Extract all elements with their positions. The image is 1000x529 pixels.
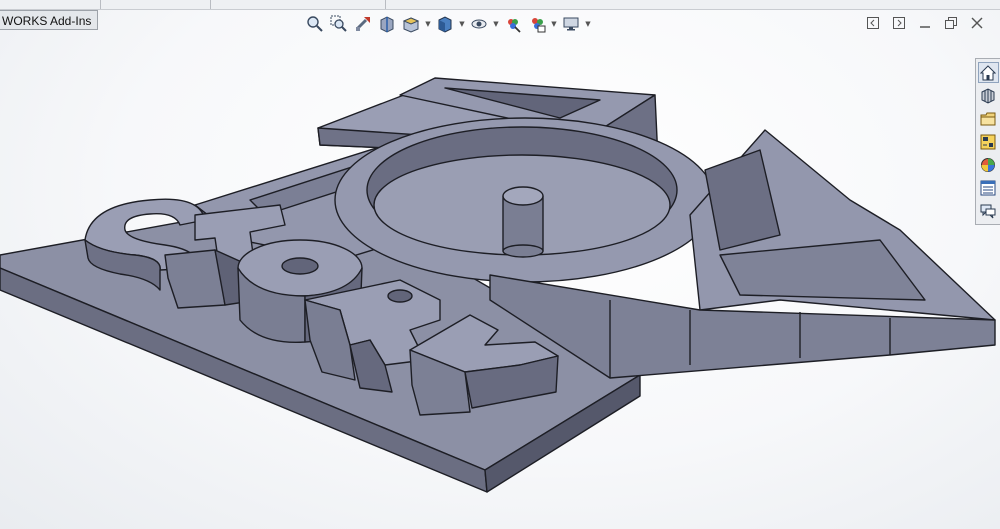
- restore-right-icon[interactable]: [890, 14, 908, 32]
- chevron-down-icon[interactable]: ▼: [424, 13, 432, 35]
- zoom-to-area-icon[interactable]: [328, 13, 350, 35]
- zoom-to-fit-icon[interactable]: [304, 13, 326, 35]
- close-icon[interactable]: [968, 14, 986, 32]
- task-pane-tabs: [975, 58, 1000, 225]
- window-controls: [864, 14, 986, 32]
- tab-solidworks-add-ins[interactable]: WORKS Add-Ins: [0, 10, 99, 30]
- chevron-down-icon[interactable]: ▼: [458, 13, 466, 35]
- minimize-icon[interactable]: [916, 14, 934, 32]
- previous-view-icon[interactable]: [352, 13, 374, 35]
- design-library-icon[interactable]: [978, 85, 999, 106]
- hide-show-items-icon[interactable]: [468, 13, 490, 35]
- custom-properties-icon[interactable]: [978, 177, 999, 198]
- apply-scene-icon[interactable]: [526, 13, 548, 35]
- graphics-area[interactable]: WORKS Add-Ins ▼ ▼ ▼ ▼ ▼: [0, 0, 1000, 529]
- command-manager-strip: [0, 0, 1000, 10]
- tab-edge: [210, 0, 211, 9]
- home-icon[interactable]: [977, 62, 999, 83]
- display-style-icon[interactable]: [434, 13, 456, 35]
- appearances-icon[interactable]: [978, 154, 999, 175]
- o-pin-base: [502, 244, 544, 258]
- forum-icon[interactable]: [978, 200, 999, 221]
- chevron-down-icon[interactable]: ▼: [550, 13, 558, 35]
- letter-o-hole: [281, 257, 319, 275]
- heads-up-view-toolbar: ▼ ▼ ▼ ▼ ▼: [304, 13, 592, 35]
- o-pin-top: [502, 186, 544, 206]
- restore-icon[interactable]: [942, 14, 960, 32]
- view-palette-icon[interactable]: [978, 131, 999, 152]
- story-plaque-model[interactable]: [0, 0, 1000, 529]
- restore-left-icon[interactable]: [864, 14, 882, 32]
- tab-edge: [100, 0, 101, 9]
- letter-r-hole: [387, 289, 413, 303]
- view-settings-icon[interactable]: [560, 13, 582, 35]
- file-explorer-icon[interactable]: [978, 108, 999, 129]
- tab-edge: [385, 0, 386, 9]
- section-view-icon[interactable]: [376, 13, 398, 35]
- chevron-down-icon[interactable]: ▼: [584, 13, 592, 35]
- edit-appearance-icon[interactable]: [502, 13, 524, 35]
- chevron-down-icon[interactable]: ▼: [492, 13, 500, 35]
- view-orientation-icon[interactable]: [400, 13, 422, 35]
